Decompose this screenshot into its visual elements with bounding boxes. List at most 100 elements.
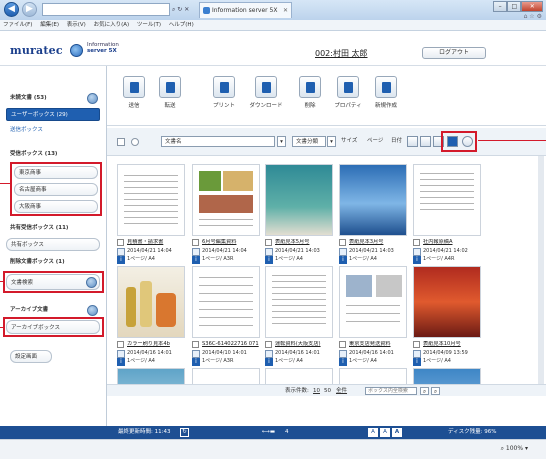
- sort-date[interactable]: 日付: [391, 136, 402, 147]
- document-title[interactable]: カラー刷り見本4b: [117, 341, 185, 348]
- document-title[interactable]: 表紙見本3月号: [339, 239, 407, 246]
- document-thumbnail[interactable]: [265, 266, 333, 338]
- zoom-level[interactable]: ⌕ 100% ▾: [501, 445, 528, 453]
- forward-button[interactable]: ▶: [22, 2, 37, 17]
- sidebar-sent-box[interactable]: 送信ボックス: [6, 124, 100, 137]
- unread-refresh-icon[interactable]: [87, 93, 98, 104]
- info-icon[interactable]: i: [192, 256, 200, 264]
- menu-file[interactable]: ファイル(F): [3, 22, 32, 28]
- document-title[interactable]: 6月号編集資料: [192, 239, 260, 246]
- sidebar-archive-doc[interactable]: アーカイブ文書: [6, 304, 100, 317]
- document-thumbnail[interactable]: [413, 266, 481, 338]
- sort-pages[interactable]: ページ: [367, 136, 383, 147]
- logout-button[interactable]: ログアウト: [422, 47, 486, 59]
- document-title[interactable]: 社内報原稿A: [413, 239, 481, 246]
- document-thumbnail[interactable]: [192, 266, 260, 338]
- document-checkbox[interactable]: [339, 239, 346, 246]
- sort-size[interactable]: サイズ: [341, 136, 357, 147]
- document-title[interactable]: 表紙見本10月号: [413, 341, 481, 348]
- close-window-button[interactable]: ✕: [521, 1, 543, 12]
- document-thumbnail[interactable]: [413, 164, 481, 236]
- count-all-link[interactable]: 全件: [336, 385, 347, 397]
- menu-favorites[interactable]: お気に入り(A): [94, 22, 130, 28]
- settings-gear-icon[interactable]: ⚙: [537, 13, 542, 20]
- settings-button[interactable]: 設定画面: [10, 350, 52, 363]
- font-size-medium-button[interactable]: A: [380, 428, 390, 437]
- document-checkbox[interactable]: [192, 239, 199, 246]
- document-checkbox[interactable]: [117, 341, 124, 348]
- document-thumbnail[interactable]: [339, 368, 407, 384]
- address-controls[interactable]: ⌕ ↻ ✕: [172, 3, 196, 16]
- sidebar-user-box[interactable]: ユーザーボックス (29): [6, 108, 100, 121]
- print-button[interactable]: プリント: [207, 70, 241, 118]
- list-view-icon[interactable]: [420, 136, 431, 147]
- back-button[interactable]: ◀: [4, 2, 19, 17]
- font-size-large-button[interactable]: A: [392, 428, 402, 437]
- document-checkbox[interactable]: [413, 341, 420, 348]
- sort-order-icon[interactable]: [407, 136, 418, 147]
- properties-button[interactable]: プロパティ: [331, 70, 365, 118]
- document-checkbox[interactable]: [192, 341, 199, 348]
- document-thumbnail[interactable]: [265, 164, 333, 236]
- document-checkbox[interactable]: [265, 341, 272, 348]
- tab-close-icon[interactable]: ✕: [283, 3, 288, 18]
- favorites-star-icon[interactable]: ☆: [529, 13, 534, 20]
- address-bar[interactable]: [42, 3, 170, 16]
- info-icon[interactable]: i: [192, 358, 200, 366]
- document-title[interactable]: 東京支店発送資料: [339, 341, 407, 348]
- menu-view[interactable]: 表示(V): [67, 22, 86, 28]
- sidebar-received-box[interactable]: 受信ボックス (13): [6, 148, 100, 161]
- document-title[interactable]: 表紙見本5月号: [265, 239, 333, 246]
- info-icon[interactable]: i: [413, 358, 421, 366]
- send-button[interactable]: 送信: [117, 70, 151, 118]
- info-icon[interactable]: i: [339, 358, 347, 366]
- document-thumbnail[interactable]: [192, 368, 260, 384]
- select-all-checkbox[interactable]: [117, 138, 125, 146]
- document-thumbnail[interactable]: [339, 266, 407, 338]
- page-arrow-icon[interactable]: ⟷▬: [262, 426, 275, 439]
- document-title[interactable]: S36C-614022716 071: [192, 341, 260, 348]
- sidebar-unread[interactable]: 未読文書 (53): [6, 92, 100, 105]
- refresh-icon[interactable]: ↻: [177, 6, 182, 13]
- document-checkbox[interactable]: [117, 239, 124, 246]
- info-icon[interactable]: i: [117, 256, 125, 264]
- menu-tools[interactable]: ツール(T): [137, 22, 161, 28]
- document-thumbnail[interactable]: [192, 164, 260, 236]
- new-document-button[interactable]: 新規作成: [369, 70, 403, 118]
- document-checkbox[interactable]: [339, 341, 346, 348]
- forward-doc-button[interactable]: 転送: [153, 70, 187, 118]
- sidebar-shared-received[interactable]: 共有受信ボックス (11): [6, 222, 100, 235]
- info-icon[interactable]: i: [413, 256, 421, 264]
- document-checkbox[interactable]: [265, 239, 272, 246]
- document-title[interactable]: 運転資料(大阪支店): [265, 341, 333, 348]
- vertical-scrollbar[interactable]: [538, 156, 544, 384]
- info-icon[interactable]: i: [117, 358, 125, 366]
- document-checkbox[interactable]: [413, 239, 420, 246]
- maximize-button[interactable]: □: [507, 1, 522, 12]
- doc-class-select[interactable]: 文書分類: [292, 136, 326, 147]
- menu-edit[interactable]: 編集(E): [40, 22, 59, 28]
- count-50-link[interactable]: 50: [324, 385, 331, 397]
- browser-tab[interactable]: Information server 5X ✕: [199, 2, 292, 18]
- filter-toggle-icon[interactable]: [131, 138, 139, 146]
- doc-name-input[interactable]: 文書名: [161, 136, 275, 147]
- current-user-link[interactable]: 002:村田 太郎: [315, 48, 368, 59]
- info-icon[interactable]: i: [265, 358, 273, 366]
- document-thumbnail[interactable]: [265, 368, 333, 384]
- font-size-small-button[interactable]: A: [368, 428, 378, 437]
- document-thumbnail[interactable]: [117, 368, 185, 384]
- document-thumbnail[interactable]: [339, 164, 407, 236]
- sidebar-shared-box[interactable]: 共有ボックス: [6, 238, 100, 251]
- advanced-search-icon[interactable]: ⌕: [431, 387, 440, 395]
- delete-button[interactable]: 削除: [293, 70, 327, 118]
- info-icon[interactable]: i: [265, 256, 273, 264]
- doc-name-dropdown-icon[interactable]: ▾: [277, 136, 286, 147]
- minimize-button[interactable]: –: [493, 1, 508, 12]
- home-icon[interactable]: ⌂: [524, 13, 528, 20]
- menu-help[interactable]: ヘルプ(H): [169, 22, 194, 28]
- refresh-icon[interactable]: ↻: [180, 428, 189, 437]
- doc-class-dropdown-icon[interactable]: ▾: [327, 136, 336, 147]
- search-icon[interactable]: ⌕: [172, 6, 175, 13]
- info-icon[interactable]: i: [339, 256, 347, 264]
- search-icon[interactable]: ⌕: [420, 387, 429, 395]
